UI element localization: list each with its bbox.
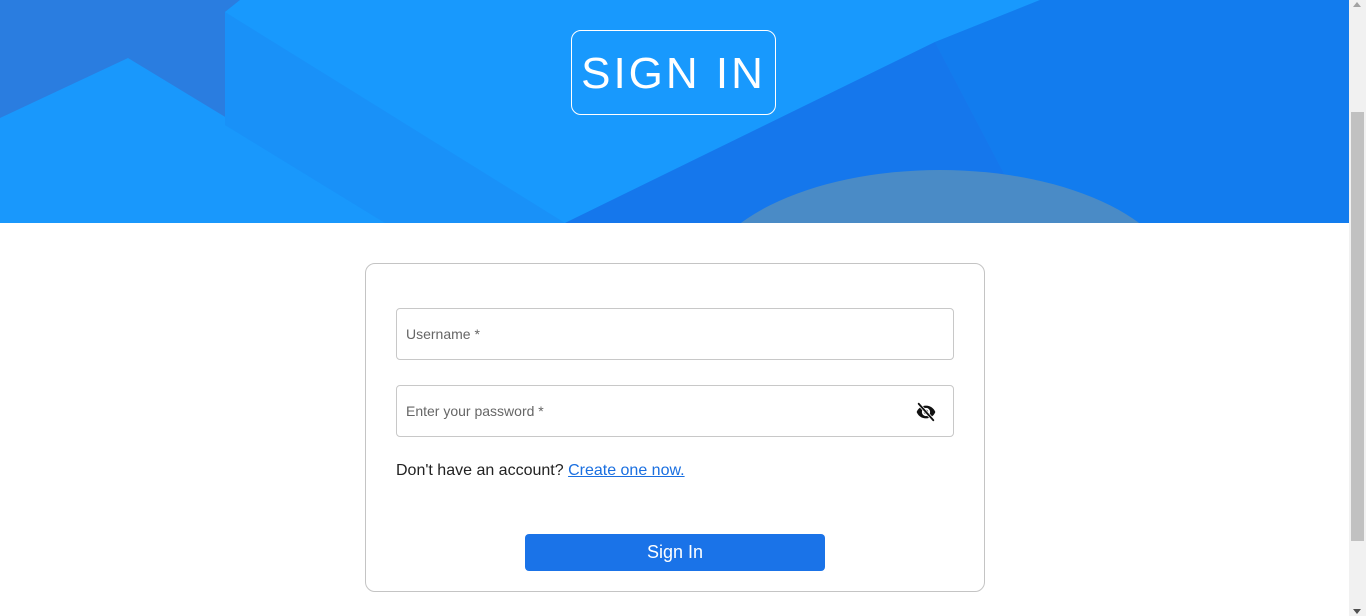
- username-field[interactable]: [397, 309, 953, 359]
- signup-prompt: Don't have an account? Create one now.: [396, 462, 685, 480]
- scroll-down-icon[interactable]: [1353, 609, 1361, 614]
- scrollbar-thumb[interactable]: [1351, 112, 1364, 541]
- sign-in-button[interactable]: Sign In: [525, 534, 825, 571]
- password-field-container: [396, 385, 954, 437]
- signin-card: Don't have an account? Create one now. S…: [365, 263, 985, 592]
- eye-slash-icon[interactable]: [915, 401, 937, 423]
- page-title: SIGN IN: [571, 30, 776, 115]
- page-scrollbar[interactable]: [1349, 0, 1366, 616]
- scroll-up-icon[interactable]: [1353, 2, 1361, 7]
- password-field[interactable]: [397, 386, 953, 436]
- hero-banner: SIGN IN: [0, 0, 1349, 223]
- username-field-container: [396, 308, 954, 360]
- create-account-link[interactable]: Create one now.: [568, 462, 685, 479]
- page: SIGN IN Don't have an account? Create on…: [0, 0, 1349, 616]
- signup-prompt-text: Don't have an account?: [396, 462, 569, 479]
